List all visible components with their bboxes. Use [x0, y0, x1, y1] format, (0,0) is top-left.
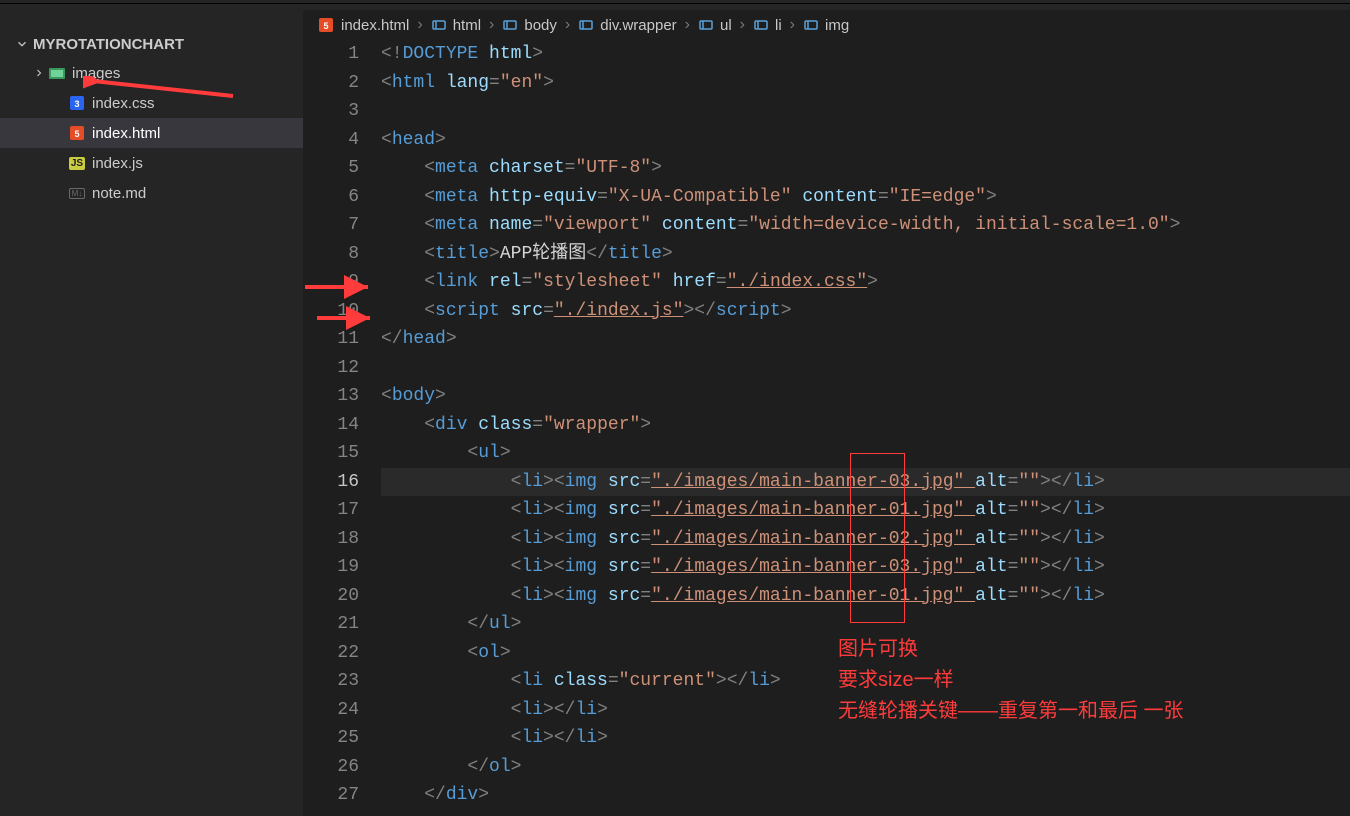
- code-line-1[interactable]: <!DOCTYPE html>: [381, 40, 1350, 69]
- svg-text:3: 3: [74, 99, 79, 109]
- breadcrumb-label: ul: [720, 17, 732, 34]
- code-line-18[interactable]: <li><img src="./images/main-banner-02.jp…: [381, 525, 1350, 554]
- file-label: index.js: [92, 155, 143, 172]
- svg-text:5: 5: [74, 129, 79, 139]
- code-line-13[interactable]: <body>: [381, 382, 1350, 411]
- line-number-gutter: 1234567891011121314151617181920212223242…: [303, 40, 381, 816]
- code-line-21[interactable]: </ul>: [381, 610, 1350, 639]
- folder-icon: [46, 64, 68, 82]
- breadcrumb-separator: ›: [685, 16, 690, 34]
- editor-area: 5 index.html › html › body › div.wrapper › ul › li ›…: [303, 4, 1350, 816]
- breadcrumb-item-index-html[interactable]: 5 index.html: [317, 16, 409, 34]
- chevron-down-icon: [15, 37, 29, 51]
- breadcrumb-separator: ›: [740, 16, 745, 34]
- code-line-10[interactable]: <script src="./index.js"></script>: [381, 297, 1350, 326]
- file-label: index.css: [92, 95, 155, 112]
- file-tree: images3index.css5index.htmlJSindex.jsM↓n…: [0, 58, 303, 208]
- breadcrumb-label: div.wrapper: [600, 17, 676, 34]
- code-line-24[interactable]: <li></li>: [381, 696, 1350, 725]
- struct-icon: [698, 17, 714, 33]
- breadcrumb-label: html: [453, 17, 481, 34]
- code-line-20[interactable]: <li><img src="./images/main-banner-01.jp…: [381, 582, 1350, 611]
- css-icon: 3: [66, 94, 88, 112]
- code-line-5[interactable]: <meta charset="UTF-8">: [381, 154, 1350, 183]
- code-line-6[interactable]: <meta http-equiv="X-UA-Compatible" conte…: [381, 183, 1350, 212]
- code-line-22[interactable]: <ol>: [381, 639, 1350, 668]
- project-name: MYROTATIONCHART: [33, 36, 184, 53]
- breadcrumb-item-body[interactable]: body: [502, 17, 557, 34]
- breadcrumb[interactable]: 5 index.html › html › body › div.wrapper › ul › li ›…: [303, 10, 1350, 40]
- struct-icon: [431, 17, 447, 33]
- breadcrumb-item-img[interactable]: img: [803, 17, 849, 34]
- code-line-7[interactable]: <meta name="viewport" content="width=dev…: [381, 211, 1350, 240]
- file-item-index.css[interactable]: 3 index.css: [0, 88, 303, 118]
- breadcrumb-item-li[interactable]: li: [753, 17, 782, 34]
- code-line-4[interactable]: <head>: [381, 126, 1350, 155]
- js-icon: JS: [66, 154, 88, 172]
- html-icon: 5: [317, 16, 335, 34]
- code-line-25[interactable]: <li></li>: [381, 724, 1350, 753]
- breadcrumb-separator: ›: [489, 16, 494, 34]
- struct-icon: [753, 17, 769, 33]
- breadcrumb-label: index.html: [341, 17, 409, 34]
- struct-icon: [502, 17, 518, 33]
- explorer-sidebar: 资源管理器 MYROTATIONCHART images3index.css5i…: [0, 4, 303, 816]
- code-line-26[interactable]: </ol>: [381, 753, 1350, 782]
- code-content[interactable]: <!DOCTYPE html><html lang="en"> <head> <m…: [381, 40, 1350, 816]
- breadcrumb-item-ul[interactable]: ul: [698, 17, 732, 34]
- svg-text:5: 5: [323, 21, 328, 31]
- breadcrumb-separator: ›: [417, 16, 422, 34]
- file-item-index.html[interactable]: 5 index.html: [0, 118, 303, 148]
- struct-icon: [578, 17, 594, 33]
- code-line-14[interactable]: <div class="wrapper">: [381, 411, 1350, 440]
- file-label: note.md: [92, 185, 146, 202]
- file-label: index.html: [92, 125, 160, 142]
- html-icon: 5: [66, 124, 88, 142]
- project-folder[interactable]: MYROTATIONCHART: [0, 30, 303, 58]
- code-line-17[interactable]: <li><img src="./images/main-banner-01.jp…: [381, 496, 1350, 525]
- code-line-3[interactable]: [381, 97, 1350, 126]
- file-label: images: [72, 65, 120, 82]
- struct-icon: [803, 17, 819, 33]
- code-line-19[interactable]: <li><img src="./images/main-banner-03.jp…: [381, 553, 1350, 582]
- code-line-12[interactable]: [381, 354, 1350, 383]
- breadcrumb-separator: ›: [790, 16, 795, 34]
- code-line-16[interactable]: <li><img src="./images/main-banner-03.jp…: [381, 468, 1350, 497]
- md-icon: M↓: [66, 184, 88, 202]
- breadcrumb-separator: ›: [565, 16, 570, 34]
- code-editor[interactable]: 1234567891011121314151617181920212223242…: [303, 40, 1350, 816]
- code-line-11[interactable]: </head>: [381, 325, 1350, 354]
- breadcrumb-item-html[interactable]: html: [431, 17, 481, 34]
- code-line-23[interactable]: <li class="current"></li>: [381, 667, 1350, 696]
- breadcrumb-label: li: [775, 17, 782, 34]
- chevron-right-icon: [32, 67, 46, 79]
- code-line-15[interactable]: <ul>: [381, 439, 1350, 468]
- breadcrumb-label: img: [825, 17, 849, 34]
- code-line-27[interactable]: </div>: [381, 781, 1350, 810]
- file-item-index.js[interactable]: JSindex.js: [0, 148, 303, 178]
- file-item-note.md[interactable]: M↓note.md: [0, 178, 303, 208]
- code-line-2[interactable]: <html lang="en">: [381, 69, 1350, 98]
- code-line-9[interactable]: <link rel="stylesheet" href="./index.css…: [381, 268, 1350, 297]
- breadcrumb-label: body: [524, 17, 557, 34]
- breadcrumb-item-div-wrapper[interactable]: div.wrapper: [578, 17, 676, 34]
- folder-item-images[interactable]: images: [0, 58, 303, 88]
- code-line-8[interactable]: <title>APP轮播图</title>: [381, 240, 1350, 269]
